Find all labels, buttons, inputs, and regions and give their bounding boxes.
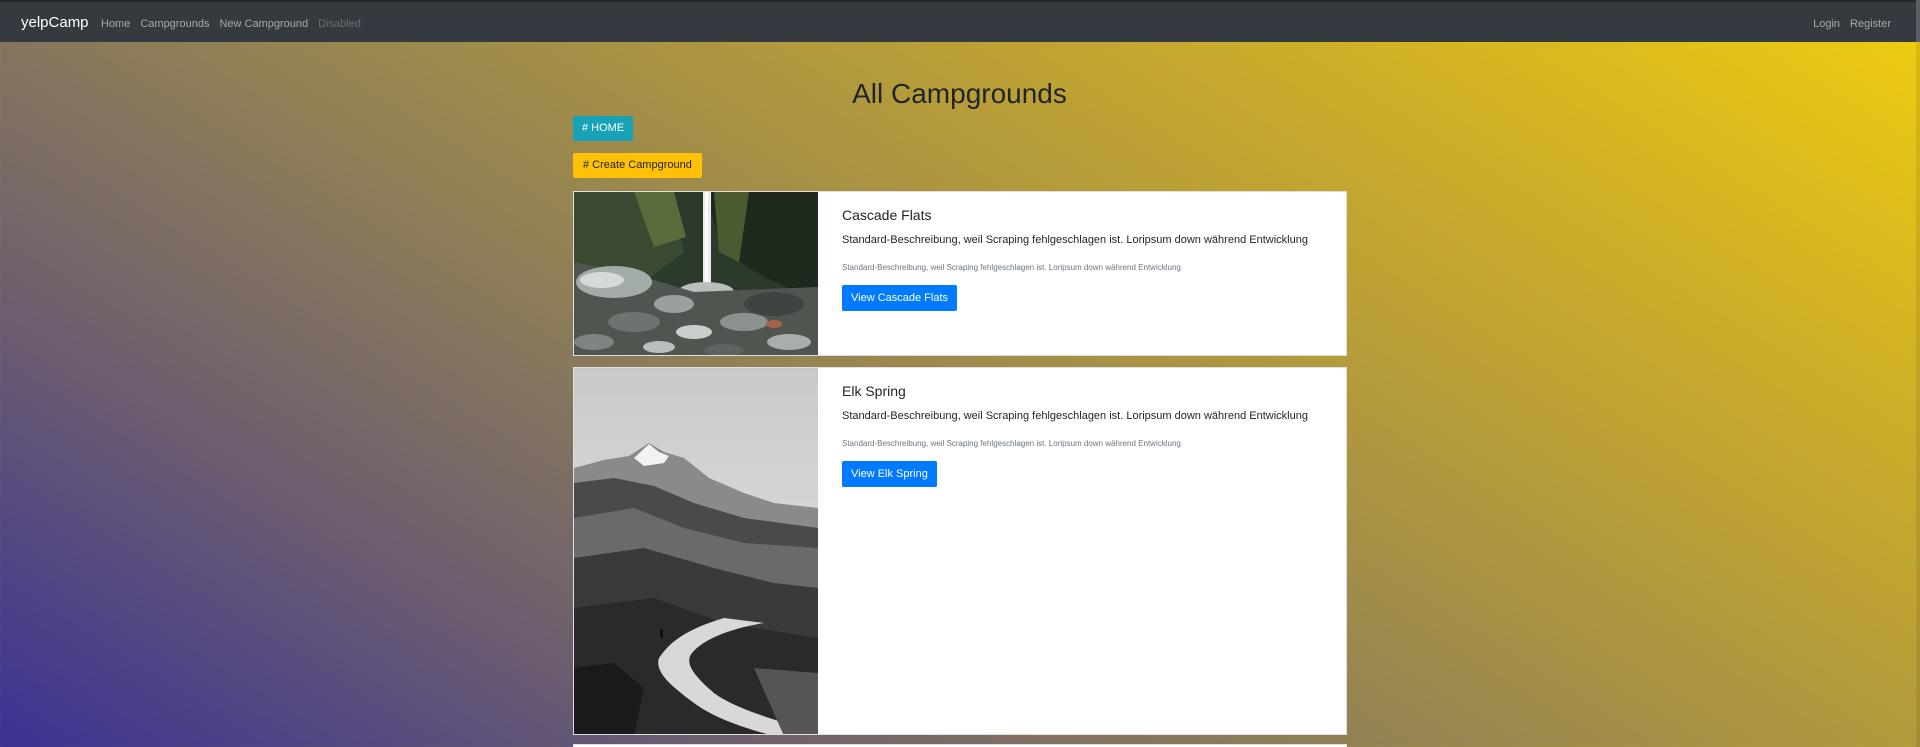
nav-auth-links: Login Register [1803,18,1891,30]
campground-description: Standard-Beschreibung, weil Scraping feh… [842,234,1308,246]
view-campground-button[interactable]: View Elk Spring [842,461,937,487]
nav-link-campgrounds[interactable]: Campgrounds [140,18,209,30]
nav-link-login[interactable]: Login [1813,18,1840,30]
page-title: All Campgrounds [852,78,1067,109]
campground-card: Cascade Flats Standard-Beschreibung, wei… [573,191,1347,356]
nav-link-register[interactable]: Register [1850,18,1891,30]
nav-link-disabled: Disabled [318,18,361,30]
scrollbar[interactable] [1916,0,1920,747]
campground-subtext: Standard-Beschreibung, weil Scraping feh… [842,263,1181,272]
campground-description: Standard-Beschreibung, weil Scraping feh… [842,410,1308,422]
create-campground-button[interactable]: # Create Campground [573,153,702,178]
campground-card: Elk Spring Standard-Beschreibung, weil S… [573,367,1347,735]
navbar: yelpCamp Home Campgrounds New Campground… [0,0,1920,42]
campground-card-body: Elk Spring Standard-Beschreibung, weil S… [818,368,1332,734]
campground-card-body: Cascade Flats Standard-Beschreibung, wei… [818,192,1332,355]
campground-image-mountain-trail [574,368,818,734]
nav-links: Home Campgrounds New Campground Disabled [101,18,371,30]
nav-link-new-campground[interactable]: New Campground [219,18,308,30]
nav-link-home[interactable]: Home [101,18,130,30]
campground-subtext: Standard-Beschreibung, weil Scraping feh… [842,439,1181,448]
campground-title: Elk Spring [842,383,906,399]
campground-title: Cascade Flats [842,207,932,223]
home-button[interactable]: # HOME [573,116,634,141]
campground-image-waterfall [574,192,818,355]
view-campground-button[interactable]: View Cascade Flats [842,285,958,311]
brand-logo[interactable]: yelpCamp [21,14,89,31]
scrollbar-thumb[interactable] [1916,0,1920,42]
